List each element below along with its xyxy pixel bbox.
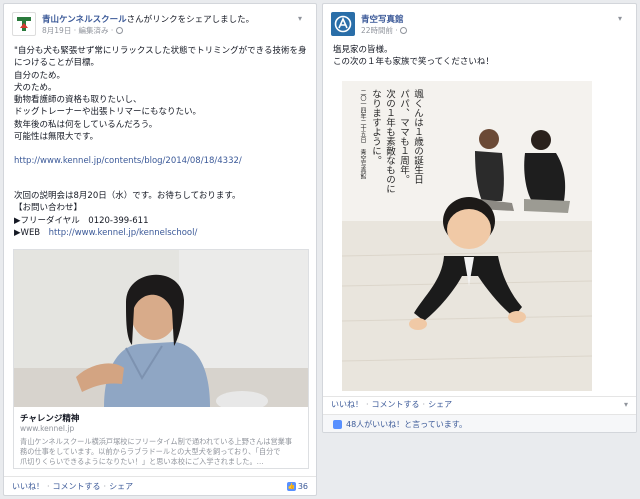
link-desc-line: 爪切りくらいできるようになりたい！」と思い本校にご入学されました。...: [20, 457, 264, 466]
caption-line: 颯くんは１歳の誕生日: [412, 89, 423, 184]
post-actions: いいね！ · コメントする · シェア ▾: [331, 396, 628, 412]
page-name-link[interactable]: 青山ケンネルスクール: [42, 15, 127, 25]
share-action-text: さんがリンクをシェアしました。: [126, 15, 255, 25]
post-line: 動物看護師の資格も取りたいし、: [14, 95, 142, 106]
post-card-aozora: 青空写真館 22時間前 · ▾ 塩見家の皆様。 この次の１年も家族で笑ってくださ…: [322, 3, 637, 433]
link-desc-line: 務の仕事をしています。以前からラブラドールとの大型犬を飼っており、「自分で: [20, 447, 281, 456]
post-text: "自分も犬も緊張せず常にリラックスした状態でトリミングができる技術を身 につける…: [14, 45, 307, 143]
caption-line: 二〇一四年二十五日 青空写真館: [359, 89, 366, 179]
photo-caption: 颯くんは１歳の誕生日 パパ、ママも１周年。 次の１年も素敵なものに なりますよう…: [356, 89, 424, 229]
post-header: 青空写真館 22時間前 · ▾: [331, 12, 628, 40]
separator-dot: ·: [366, 399, 369, 409]
divider: [4, 476, 316, 477]
post-text-2: 次回の説明会は8月20日（水）です。お待ちしております。 【お問い合わせ】 ▶フ…: [14, 190, 241, 239]
separator-dot: ·: [103, 481, 107, 491]
share-button[interactable]: シェア: [109, 481, 133, 492]
blog-link[interactable]: http://www.kennel.jp/contents/blog/2014/…: [14, 155, 242, 167]
post-line: 犬のため。: [14, 82, 57, 93]
separator-dot: ·: [422, 399, 426, 409]
post-header: 青山ケンネルスクールさんがリンクをシェアしました。 8月19日 · 編集済み ·…: [12, 12, 308, 40]
likes-summary[interactable]: 48人がいいね！と言っています。: [323, 414, 636, 432]
post-line: ドッグトレーナーや出張トリマーにもなりたい。: [14, 107, 202, 118]
caption-line: パパ、ママも１周年。: [398, 89, 409, 184]
post-timestamp[interactable]: 8月19日 · 編集済み ·: [42, 26, 113, 35]
like-count-number: 36: [297, 481, 308, 491]
post-line: 数年後の私は何をしているんだろう。: [14, 119, 158, 130]
post-line: 塩見家の皆様。: [333, 45, 393, 55]
post-line: 自分のため。: [14, 70, 66, 81]
caption-line: 次の１年も素敵なものに: [384, 89, 395, 194]
thumbs-up-icon: [333, 420, 342, 429]
post-line: ▶フリーダイヤル 0120-399-611: [14, 215, 149, 226]
web-label: ▶WEB: [14, 227, 41, 238]
chevron-down-icon[interactable]: ▾: [624, 400, 628, 409]
link-desc-line: 青山ケンネルスクール横浜戸塚校にフリータイム制で通われている上野さんは営業事: [20, 437, 293, 446]
like-button[interactable]: いいね！: [331, 399, 363, 410]
post-photo[interactable]: 颯くんは１歳の誕生日 パパ、ママも１周年。 次の１年も素敵なものに なりますよう…: [342, 81, 592, 391]
web-url-link[interactable]: http://www.kennel.jp/kennelschool/: [49, 228, 198, 238]
globe-icon: [400, 27, 408, 34]
post-header-title: 青空写真館: [361, 13, 404, 25]
page-avatar-aozora[interactable]: [331, 12, 355, 36]
kennel-logo-icon: [17, 17, 31, 31]
share-button[interactable]: シェア: [428, 399, 452, 410]
like-button[interactable]: いいね！: [12, 481, 44, 492]
aozora-logo-icon: [334, 15, 352, 33]
page-avatar-kennel[interactable]: [12, 12, 36, 36]
post-meta[interactable]: 8月19日 · 編集済み ·: [42, 25, 123, 36]
separator-dot: ·: [47, 481, 50, 491]
link-preview-image[interactable]: [14, 250, 308, 407]
globe-icon: [115, 27, 123, 34]
page-name-link[interactable]: 青空写真館: [361, 15, 404, 25]
link-description: 青山ケンネルスクール横浜戸塚校にフリータイム制で通われている上野さんは営業事 務…: [20, 437, 292, 467]
like-count[interactable]: 👍 36: [286, 481, 308, 491]
post-meta[interactable]: 22時間前 ·: [361, 25, 408, 36]
chevron-down-icon[interactable]: ▾: [298, 14, 308, 24]
post-timestamp[interactable]: 22時間前 ·: [361, 26, 398, 35]
woman-photo-image: [14, 250, 308, 407]
thumbs-up-icon: 👍: [286, 481, 296, 491]
caption-line: なりますように。: [370, 89, 381, 165]
web-line: ▶WEB http://www.kennel.jp/kennelschool/: [14, 227, 241, 239]
post-line: 次回の説明会は8月20日（水）です。お待ちしております。: [14, 191, 241, 201]
blog-url-link[interactable]: http://www.kennel.jp/contents/blog/2014/…: [14, 155, 242, 167]
post-header-title: 青山ケンネルスクールさんがリンクをシェアしました。: [42, 13, 254, 25]
link-preview[interactable]: チャレンジ精神 www.kennel.jp 青山ケンネルスクール横浜戸塚校にフリ…: [13, 249, 309, 469]
link-domain: www.kennel.jp: [20, 424, 75, 433]
post-line: 【お問い合わせ】: [14, 203, 83, 214]
post-line: につけることが目標。: [14, 58, 100, 69]
post-card-kennel: 青山ケンネルスクールさんがリンクをシェアしました。 8月19日 · 編集済み ·…: [3, 3, 317, 496]
post-line: 可能性は無限大です。: [14, 132, 99, 143]
comment-button[interactable]: コメントする: [372, 399, 420, 410]
chevron-down-icon[interactable]: ▾: [618, 14, 628, 24]
likes-summary-text[interactable]: 48人がいいね！と言っています。: [346, 419, 467, 430]
post-line: この次の１年も家族で笑ってくださいね！: [333, 57, 494, 68]
post-actions: いいね！ · コメントする · シェア 👍 36: [12, 478, 308, 494]
comment-button[interactable]: コメントする: [53, 481, 101, 492]
link-title[interactable]: チャレンジ精神: [20, 412, 79, 424]
post-text: 塩見家の皆様。 この次の１年も家族で笑ってくださいね！: [333, 44, 494, 69]
post-line: "自分も犬も緊張せず常にリラックスした状態でトリミングができる技術を身: [14, 46, 307, 56]
